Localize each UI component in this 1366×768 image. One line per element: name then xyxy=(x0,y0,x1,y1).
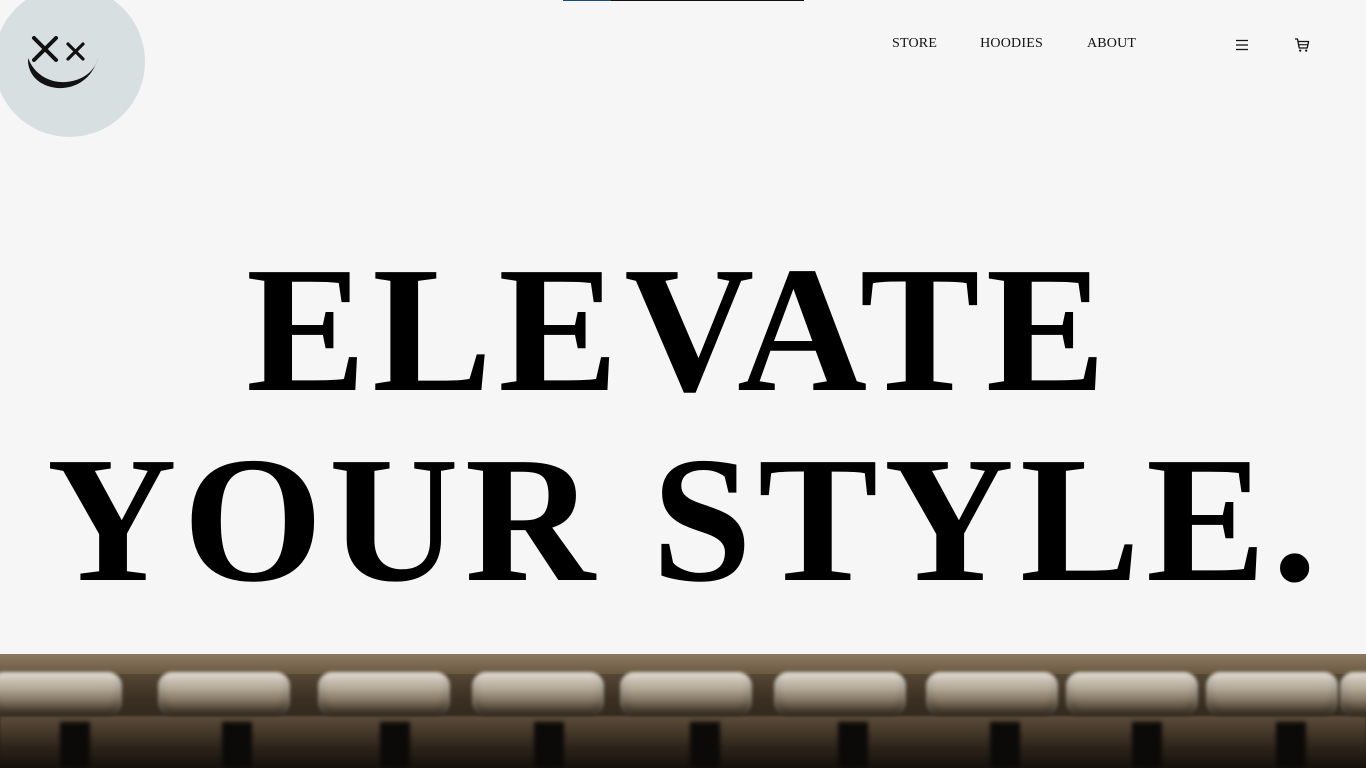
logo-home-link[interactable] xyxy=(0,0,145,137)
hamburger-menu-icon xyxy=(1236,39,1248,51)
scroll-progress-fill xyxy=(563,0,612,1)
hero-heading-line-1: ELEVATE xyxy=(246,230,1112,429)
smiley-x-eyes-icon xyxy=(27,36,98,89)
menu-button[interactable] xyxy=(1233,36,1251,54)
nav-link-store[interactable]: STORE xyxy=(892,36,937,52)
page: STORE HOODIES ABOUT ELEVATE YOUR STYLE. xyxy=(0,0,1366,768)
scroll-progress-bar xyxy=(563,0,804,1)
cart-button[interactable] xyxy=(1293,36,1311,54)
nav-link-about[interactable]: ABOUT xyxy=(1087,36,1136,52)
hero-heading-line-2: YOUR STYLE. xyxy=(46,420,1324,619)
hero-chain-image xyxy=(0,654,1366,768)
shopping-cart-icon xyxy=(1295,38,1310,52)
main-nav: STORE HOODIES ABOUT xyxy=(892,36,1136,52)
nav-link-hoodies[interactable]: HOODIES xyxy=(980,36,1043,52)
